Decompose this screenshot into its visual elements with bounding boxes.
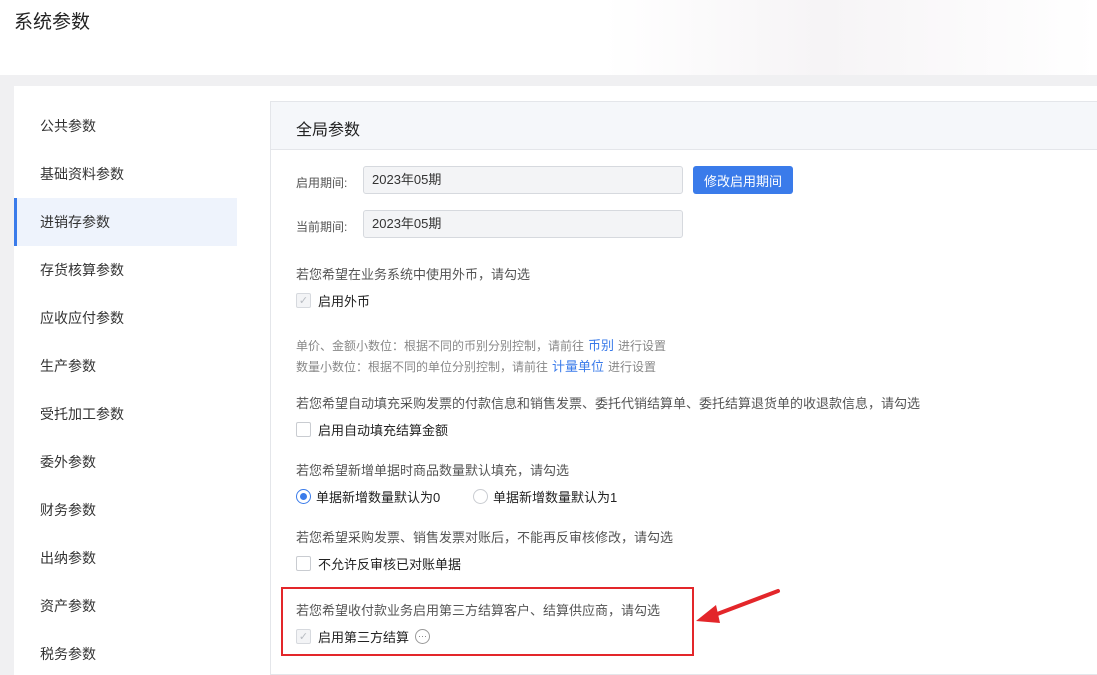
price-decimal-note: 单价、金额小数位：根据不同的币别分别控制，请前往 币别 进行设置 [296,335,666,354]
default-qty-zero-option[interactable]: 单据新增数量默认为0 [296,487,440,506]
auto-fill-settlement-option[interactable]: 启用自动填充结算金额 [296,420,448,439]
price-decimal-note-text: 单价、金额小数位：根据不同的币别分别控制，请前往 [296,339,585,353]
default-qty-one-label: 单据新增数量默认为1 [493,490,618,505]
start-period-label: 启用期间: [296,176,348,190]
third-party-question: 若您希望收付款业务启用第三方结算客户、结算供应商，请勾选 [296,603,661,618]
radio-icon[interactable] [473,489,488,504]
checkbox-icon[interactable] [296,556,311,571]
panel-title: 全局参数 [296,122,361,139]
qty-decimal-note: 数量小数位：根据不同的单位分别控制，请前往 计量单位 进行设置 [296,356,656,375]
auto-fill-question: 若您希望自动填充采购发票的付款信息和销售发票、委托代销结算单、委托结算退货单的收… [296,396,921,411]
no-reverse-audit-label: 不允许反审核已对账单据 [318,557,462,572]
sidebar-item-asset-params[interactable]: 资产参数 [14,582,237,630]
sidebar-item-tax-params[interactable]: 税务参数 [14,630,237,675]
checkbox-checked-icon[interactable]: ✓ [296,293,311,308]
page-title: 系统参数 [14,12,91,33]
radio-selected-icon[interactable] [296,489,311,504]
auto-fill-settlement-label: 启用自动填充结算金额 [318,423,449,438]
price-decimal-note-suffix: 进行设置 [618,339,667,353]
sidebar-item-outsourcing-params[interactable]: 委外参数 [14,438,237,486]
checkbox-checked-icon[interactable]: ✓ [296,629,311,644]
checkbox-icon[interactable] [296,422,311,437]
start-period-field: 2023年05期 [363,166,683,194]
sidebar-item-entrusted-processing-params[interactable]: 受托加工参数 [14,390,237,438]
enable-foreign-currency-option[interactable]: ✓ 启用外币 [296,291,370,310]
enable-third-party-settlement-label: 启用第三方结算 [318,630,410,645]
sidebar-item-inventory-params[interactable]: 进销存参数 [14,198,237,246]
panel-header [270,101,1097,150]
foreign-currency-question: 若您希望在业务系统中使用外币，请勾选 [296,267,531,282]
sidebar-item-receivable-payable-params[interactable]: 应收应付参数 [14,294,237,342]
currency-link[interactable]: 币别 [588,335,614,354]
sidebar-item-cashier-params[interactable]: 出纳参数 [14,534,237,582]
qty-decimal-note-suffix: 进行设置 [608,360,657,374]
sidebar-item-basic-data-params[interactable]: 基础资料参数 [14,150,237,198]
no-reverse-question: 若您希望采购发票、销售发票对账后，不能再反审核修改，请勾选 [296,530,674,545]
sidebar-item-public-params[interactable]: 公共参数 [14,102,237,150]
modify-start-period-button[interactable]: 修改启用期间 [693,166,793,194]
sidebar-item-finance-params[interactable]: 财务参数 [14,486,237,534]
default-qty-question: 若您希望新增单据时商品数量默认填充，请勾选 [296,463,570,478]
qty-decimal-note-text: 数量小数位：根据不同的单位分别控制，请前往 [296,360,549,374]
sidebar-nav: 公共参数 基础资料参数 进销存参数 存货核算参数 应收应付参数 生产参数 受托加… [14,86,237,675]
ellipsis-circle-icon[interactable]: ··· [415,629,431,644]
no-reverse-audit-option[interactable]: 不允许反审核已对账单据 [296,554,461,573]
unit-link[interactable]: 计量单位 [552,356,604,375]
current-period-field: 2023年05期 [363,210,683,238]
sidebar-item-stock-accounting-params[interactable]: 存货核算参数 [14,246,237,294]
red-arrow-icon [696,589,780,623]
current-period-label: 当前期间: [296,220,348,234]
default-qty-zero-label: 单据新增数量默认为0 [316,490,441,505]
enable-third-party-settlement-option[interactable]: ✓ 启用第三方结算 ··· [296,627,431,646]
default-qty-one-option[interactable]: 单据新增数量默认为1 [473,487,617,506]
top-header: 系统参数 [0,0,1097,75]
enable-foreign-currency-label: 启用外币 [318,294,371,309]
sidebar-item-production-params[interactable]: 生产参数 [14,342,237,390]
